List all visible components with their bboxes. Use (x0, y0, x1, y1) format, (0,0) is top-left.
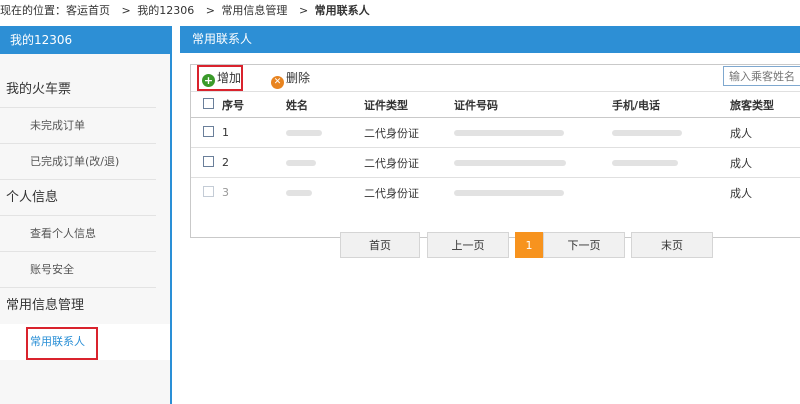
sidebar-group-tickets[interactable]: 我的火车票 (0, 72, 156, 108)
sidebar-group-personal-info[interactable]: 个人信息 (0, 180, 156, 216)
add-button[interactable]: + 增加 (197, 65, 243, 91)
redacted-name (286, 160, 316, 166)
row-id-type: 二代身份证 (364, 117, 454, 148)
row-checkbox[interactable] (203, 126, 214, 137)
row-passenger-type: 成人 (730, 117, 800, 148)
select-all-checkbox[interactable] (203, 98, 214, 109)
row-checkbox[interactable] (203, 186, 214, 198)
toolbar: + 增加 ✕ 删除 (191, 65, 800, 91)
add-label: 增加 (217, 71, 242, 85)
x-circle-icon: ✕ (271, 76, 284, 89)
row-passenger-type: 成人 (730, 186, 752, 200)
contacts-list: +增加 ✕删除 序号 姓名 证件类型 证件号码 手机/电话 旅客类型 (190, 64, 800, 238)
sidebar-item-view-personal-info[interactable]: 查看个人信息 (0, 216, 156, 252)
prev-page-button[interactable]: 上一页 (427, 232, 509, 258)
last-page-button[interactable]: 末页 (631, 232, 713, 258)
redacted-id-number (454, 190, 564, 197)
next-page-button[interactable]: 下一页 (543, 232, 625, 258)
delete-label: 删除 (286, 71, 311, 85)
table-row: 1 二代身份证 成人 (191, 117, 800, 148)
breadcrumb: 现在的位置：客运首页 > 我的12306 > 常用信息管理 > 常用联系人 (0, 0, 800, 24)
highlight-box (26, 327, 98, 360)
delete-button[interactable]: ✕ 删除 (271, 67, 310, 89)
sidebar: 我的12306 我的火车票 未完成订单 已完成订单(改/退) 个人信息 查看个人… (0, 26, 172, 404)
sidebar-item-finished-orders[interactable]: 已完成订单(改/退) (0, 144, 156, 180)
row-no: 2 (214, 147, 286, 178)
redacted-name (286, 130, 322, 136)
redacted-id-number (454, 130, 564, 136)
breadcrumb-item-info-manage[interactable]: 常用信息管理 (221, 4, 287, 17)
table-row: 3 二代身份证 成人 (191, 178, 800, 208)
contacts-table: 序号 姓名 证件类型 证件号码 手机/电话 旅客类型 1 二代身份证 成人 2 … (191, 91, 800, 208)
sidebar-group-info-manage[interactable]: 常用信息管理 (0, 288, 156, 324)
table-header-row: 序号 姓名 证件类型 证件号码 手机/电话 旅客类型 (191, 91, 800, 118)
sidebar-item-unfinished-orders[interactable]: 未完成订单 (0, 108, 156, 144)
panel-title: 常用联系人 (180, 26, 800, 53)
col-header-passenger-type: 旅客类型 (730, 91, 800, 118)
sidebar-title: 我的12306 (0, 26, 170, 54)
row-checkbox[interactable] (203, 156, 214, 167)
row-id-type: 二代身份证 (364, 186, 419, 200)
page-1-button[interactable]: 1 (515, 232, 543, 258)
breadcrumb-prefix[interactable]: 现在的位置：客运首页 (0, 4, 110, 17)
redacted-name (286, 190, 312, 197)
search-input[interactable] (723, 66, 800, 86)
col-header-name: 姓名 (286, 91, 364, 118)
breadcrumb-item-my12306[interactable]: 我的12306 (137, 4, 194, 17)
main-panel: 常用联系人 +增加 ✕删除 序号 姓名 证件类型 证件号码 手机/电话 旅客类型 (180, 26, 800, 404)
redacted-phone (612, 130, 682, 136)
breadcrumb-item-current: 常用联系人 (314, 4, 370, 17)
first-page-button[interactable]: 首页 (340, 232, 420, 258)
col-header-no: 序号 (214, 91, 286, 118)
plus-circle-icon: + (202, 74, 215, 87)
row-no: 1 (214, 117, 286, 148)
col-header-id-type: 证件类型 (364, 91, 454, 118)
breadcrumb-sep: > (298, 4, 309, 17)
row-no: 3 (222, 186, 229, 200)
table-row: 2 二代身份证 成人 (191, 147, 800, 178)
breadcrumb-sep: > (205, 4, 215, 17)
row-passenger-type: 成人 (730, 147, 800, 178)
col-header-id-number: 证件号码 (454, 91, 612, 118)
row-id-type: 二代身份证 (364, 147, 454, 178)
redacted-id-number (454, 160, 566, 166)
sidebar-item-account-security[interactable]: 账号安全 (0, 252, 156, 288)
col-header-phone: 手机/电话 (612, 91, 730, 118)
sidebar-item-contacts[interactable]: 常用联系人 (0, 324, 170, 360)
breadcrumb-sep: > (121, 4, 131, 17)
redacted-phone (612, 160, 678, 166)
